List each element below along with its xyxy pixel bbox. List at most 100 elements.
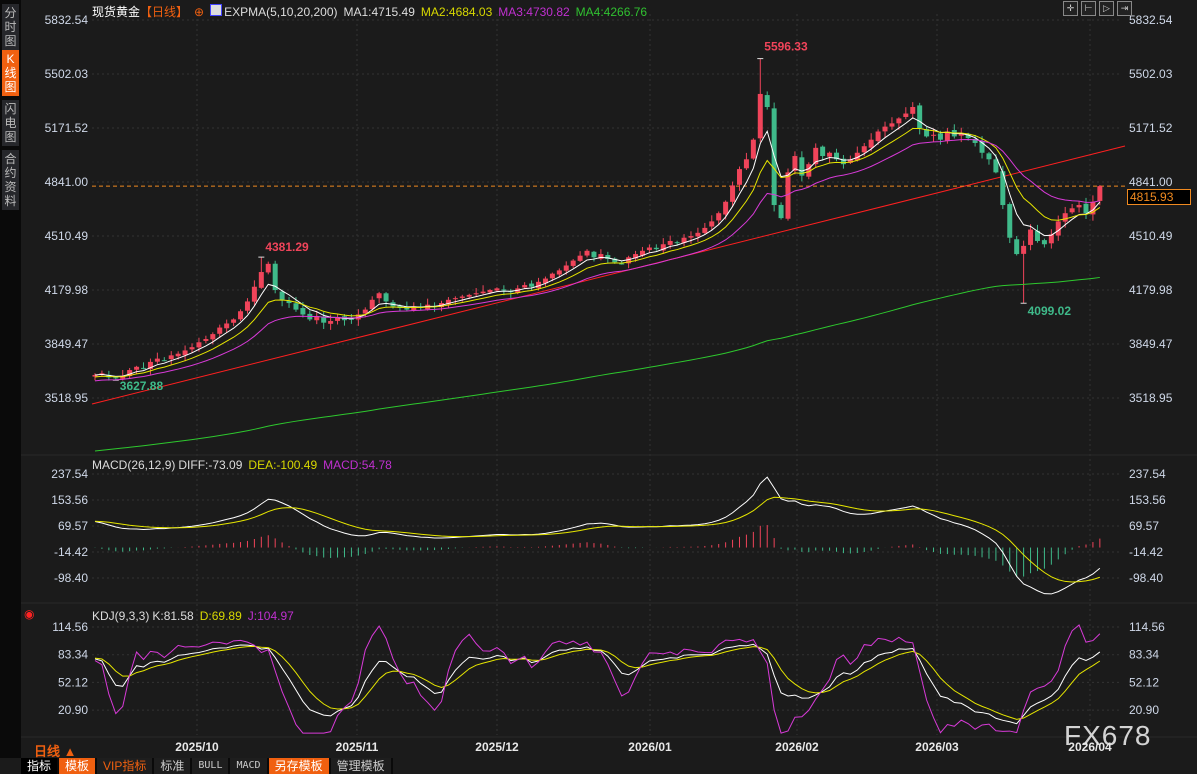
zoom-end-icon[interactable]: ▷ <box>1099 1 1114 16</box>
candle-body <box>203 339 209 341</box>
candle-body <box>861 146 867 153</box>
price-tick-right: 4841.00 <box>1129 175 1173 189</box>
candle-body <box>827 152 833 157</box>
candle-body <box>653 247 659 250</box>
macd-tick-left: 69.57 <box>58 519 88 533</box>
candle-body <box>937 133 943 140</box>
candle-body <box>577 255 583 261</box>
kdj-tick-left: 52.12 <box>58 675 88 689</box>
manage-template-button[interactable]: 管理模板 <box>330 758 391 774</box>
macd-dea-line <box>94 496 1101 583</box>
candle-body <box>868 139 874 148</box>
vip-indicator-button[interactable]: VIP指标 <box>97 758 153 774</box>
candle-body <box>1028 229 1034 245</box>
candle-body <box>556 270 562 275</box>
ma1-value: MA1:4715.49 <box>343 5 415 19</box>
price-tick-left: 4179.98 <box>45 283 89 297</box>
candle-body <box>757 93 763 139</box>
candle-body <box>480 291 486 294</box>
settings-icon[interactable]: ◉ <box>24 607 34 621</box>
macd-button[interactable]: MACD <box>230 758 267 774</box>
macd-tick-right: 153.56 <box>1129 493 1166 507</box>
date-tick: 2026/02 <box>775 740 819 754</box>
date-tick: 2026/03 <box>915 740 959 754</box>
macd-tick-left: -98.40 <box>54 571 88 585</box>
candle-body <box>667 240 673 245</box>
candle-body <box>168 355 174 360</box>
candle-body <box>1069 208 1075 213</box>
candle-body <box>702 227 708 233</box>
ma2-value: MA2:4684.03 <box>420 5 493 19</box>
macd-tick-right: -14.42 <box>1129 545 1163 559</box>
candle-body <box>466 294 472 297</box>
candle-body <box>917 105 923 129</box>
candle-body <box>931 134 937 136</box>
trend-line <box>91 145 1126 405</box>
candle-body <box>196 342 202 348</box>
kdj-tick-right: 20.90 <box>1129 703 1159 717</box>
candle-body <box>709 221 715 227</box>
price-tick-left: 3518.95 <box>45 391 89 405</box>
candle-body <box>882 126 888 132</box>
candle-body <box>473 293 479 295</box>
ma3-line <box>94 138 1100 382</box>
candle-body <box>1021 245 1027 254</box>
macd-tick-right: 237.54 <box>1129 467 1166 481</box>
candle-body <box>896 118 902 124</box>
standard-button[interactable]: 标准 <box>154 758 191 774</box>
candle-body <box>238 311 244 320</box>
macd-dea: DEA:-100.49 <box>248 458 318 472</box>
crosshair-icon[interactable]: ✛ <box>1063 1 1078 16</box>
candle-body <box>383 293 389 302</box>
candle-body <box>674 242 680 244</box>
date-tick: 2025/10 <box>175 740 219 754</box>
extreme-label: 4381.29 <box>265 240 309 254</box>
candle-body <box>210 334 216 340</box>
candle-body <box>903 113 909 117</box>
bull-button[interactable]: BULL <box>192 758 229 774</box>
ma4-value: MA4:4266.76 <box>575 5 648 19</box>
candle-body <box>736 169 742 185</box>
price-tick-left: 4510.49 <box>45 229 89 243</box>
candle-body <box>910 107 916 114</box>
price-tick-right: 4179.98 <box>1129 283 1173 297</box>
candle-body <box>258 272 264 288</box>
candle-body <box>1007 204 1013 238</box>
price-tick-right: 5502.03 <box>1129 67 1173 81</box>
price-tick-left: 5832.54 <box>45 13 89 27</box>
price-tick-right: 3849.47 <box>1129 337 1173 351</box>
macd-name: MACD(26,12,9) <box>92 458 176 472</box>
candle-body <box>487 289 493 293</box>
date-tick: 2025/11 <box>336 740 379 754</box>
price-tick-right: 4510.49 <box>1129 229 1173 243</box>
kline-chart[interactable]: 5832.54 5832.54 5502.03 5502.03 5171.52 5171.… <box>0 0 1197 774</box>
watermark: FX678 <box>1064 720 1152 751</box>
price-tick-left: 5502.03 <box>45 67 89 81</box>
symbol-name: 现货黄金 <box>92 5 141 19</box>
template-button[interactable]: 模板 <box>59 758 96 774</box>
candle-body <box>695 232 701 237</box>
candle-body <box>750 139 756 159</box>
save-template-button[interactable]: 另存模板 <box>268 758 329 774</box>
ma1-line <box>94 117 1101 377</box>
indicator-chart-icon[interactable] <box>210 4 223 16</box>
extreme-label: 3627.88 <box>120 379 164 393</box>
candle-body <box>875 131 881 142</box>
kdj-k-line <box>94 643 1101 725</box>
candle-body <box>563 265 569 271</box>
zoom-start-icon[interactable]: ⊢ <box>1081 1 1096 16</box>
candle-body <box>778 204 784 219</box>
candle-body <box>646 247 652 251</box>
candle-body <box>1097 186 1103 201</box>
kdj-tick-left: 20.90 <box>58 703 88 717</box>
candle-body <box>584 250 590 256</box>
macd-tick-right: 69.57 <box>1129 519 1159 533</box>
shift-right-icon[interactable]: ⇥ <box>1117 1 1132 16</box>
kdj-header: KDJ(9,3,3) K:81.58 D:69.89 J:104.97 <box>92 609 300 623</box>
candle-body <box>501 289 507 291</box>
macd-tick-right: -98.40 <box>1129 571 1163 585</box>
price-tick-right: 5171.52 <box>1129 121 1173 135</box>
indicator-button[interactable]: 指标 <box>21 758 58 774</box>
candle-body <box>134 366 140 370</box>
target-icon[interactable]: ⊕ <box>194 5 204 19</box>
